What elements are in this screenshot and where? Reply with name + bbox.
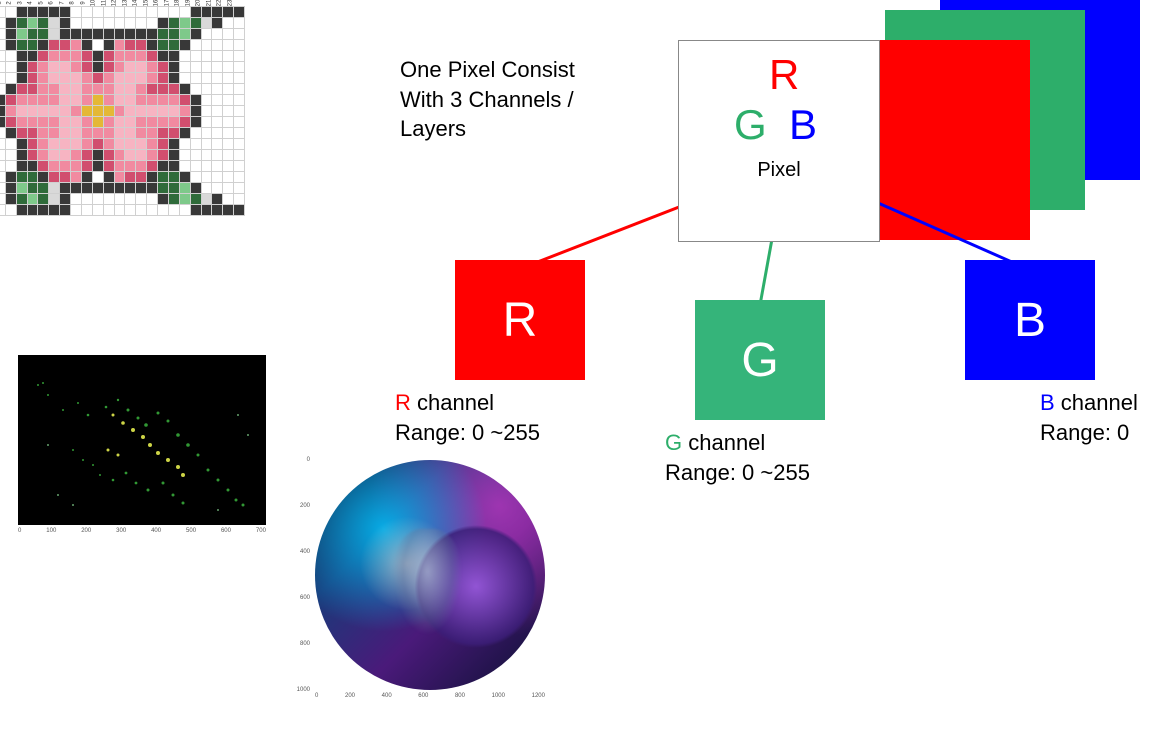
flower-grid	[0, 6, 245, 216]
r-channel-letter: R	[503, 293, 538, 348]
r-channel-name: R	[395, 390, 411, 415]
circle-image	[315, 460, 545, 690]
b-channel-range: Range: 0	[1040, 420, 1129, 445]
r-channel-range: Range: 0 ~255	[395, 420, 540, 445]
r-channel-label: channel	[411, 390, 494, 415]
circular-image-figure: 02004006008001000 020040060080010001200	[290, 455, 550, 725]
b-channel-box: B	[965, 260, 1095, 380]
pixel-box-b: B	[789, 101, 817, 149]
desc-line1: One Pixel Consist	[400, 55, 575, 85]
flower-pixel-art: 01234567891011121314151617181920212223	[0, 0, 245, 216]
g-channel-letter: G	[741, 333, 778, 388]
g-channel-name: G	[665, 430, 682, 455]
desc-line3: Layers	[400, 114, 575, 144]
pixel-box-r: R	[769, 51, 799, 99]
r-channel-box: R	[455, 260, 585, 380]
g-channel-range: Range: 0 ~255	[665, 460, 810, 485]
g-channel-box: G	[695, 300, 825, 420]
desc-line2: With 3 Channels /	[400, 85, 575, 115]
b-channel-caption: B channel Range: 0	[1040, 388, 1138, 447]
pixel-box: R G B Pixel	[678, 40, 880, 242]
b-channel-name: B	[1040, 390, 1055, 415]
diagram-description: One Pixel Consist With 3 Channels / Laye…	[400, 55, 575, 144]
b-channel-label: channel	[1055, 390, 1138, 415]
b-channel-letter: B	[1014, 293, 1046, 348]
g-channel-caption: G channel Range: 0 ~255	[665, 428, 810, 487]
r-channel-caption: R channel Range: 0 ~255	[395, 388, 540, 447]
g-channel-label: channel	[682, 430, 765, 455]
dark-plot-figure: 0100200300400500600700	[0, 350, 276, 560]
pixel-box-label: Pixel	[679, 159, 879, 182]
dark-plot-canvas	[18, 355, 266, 525]
pixel-box-g: G	[734, 101, 767, 149]
